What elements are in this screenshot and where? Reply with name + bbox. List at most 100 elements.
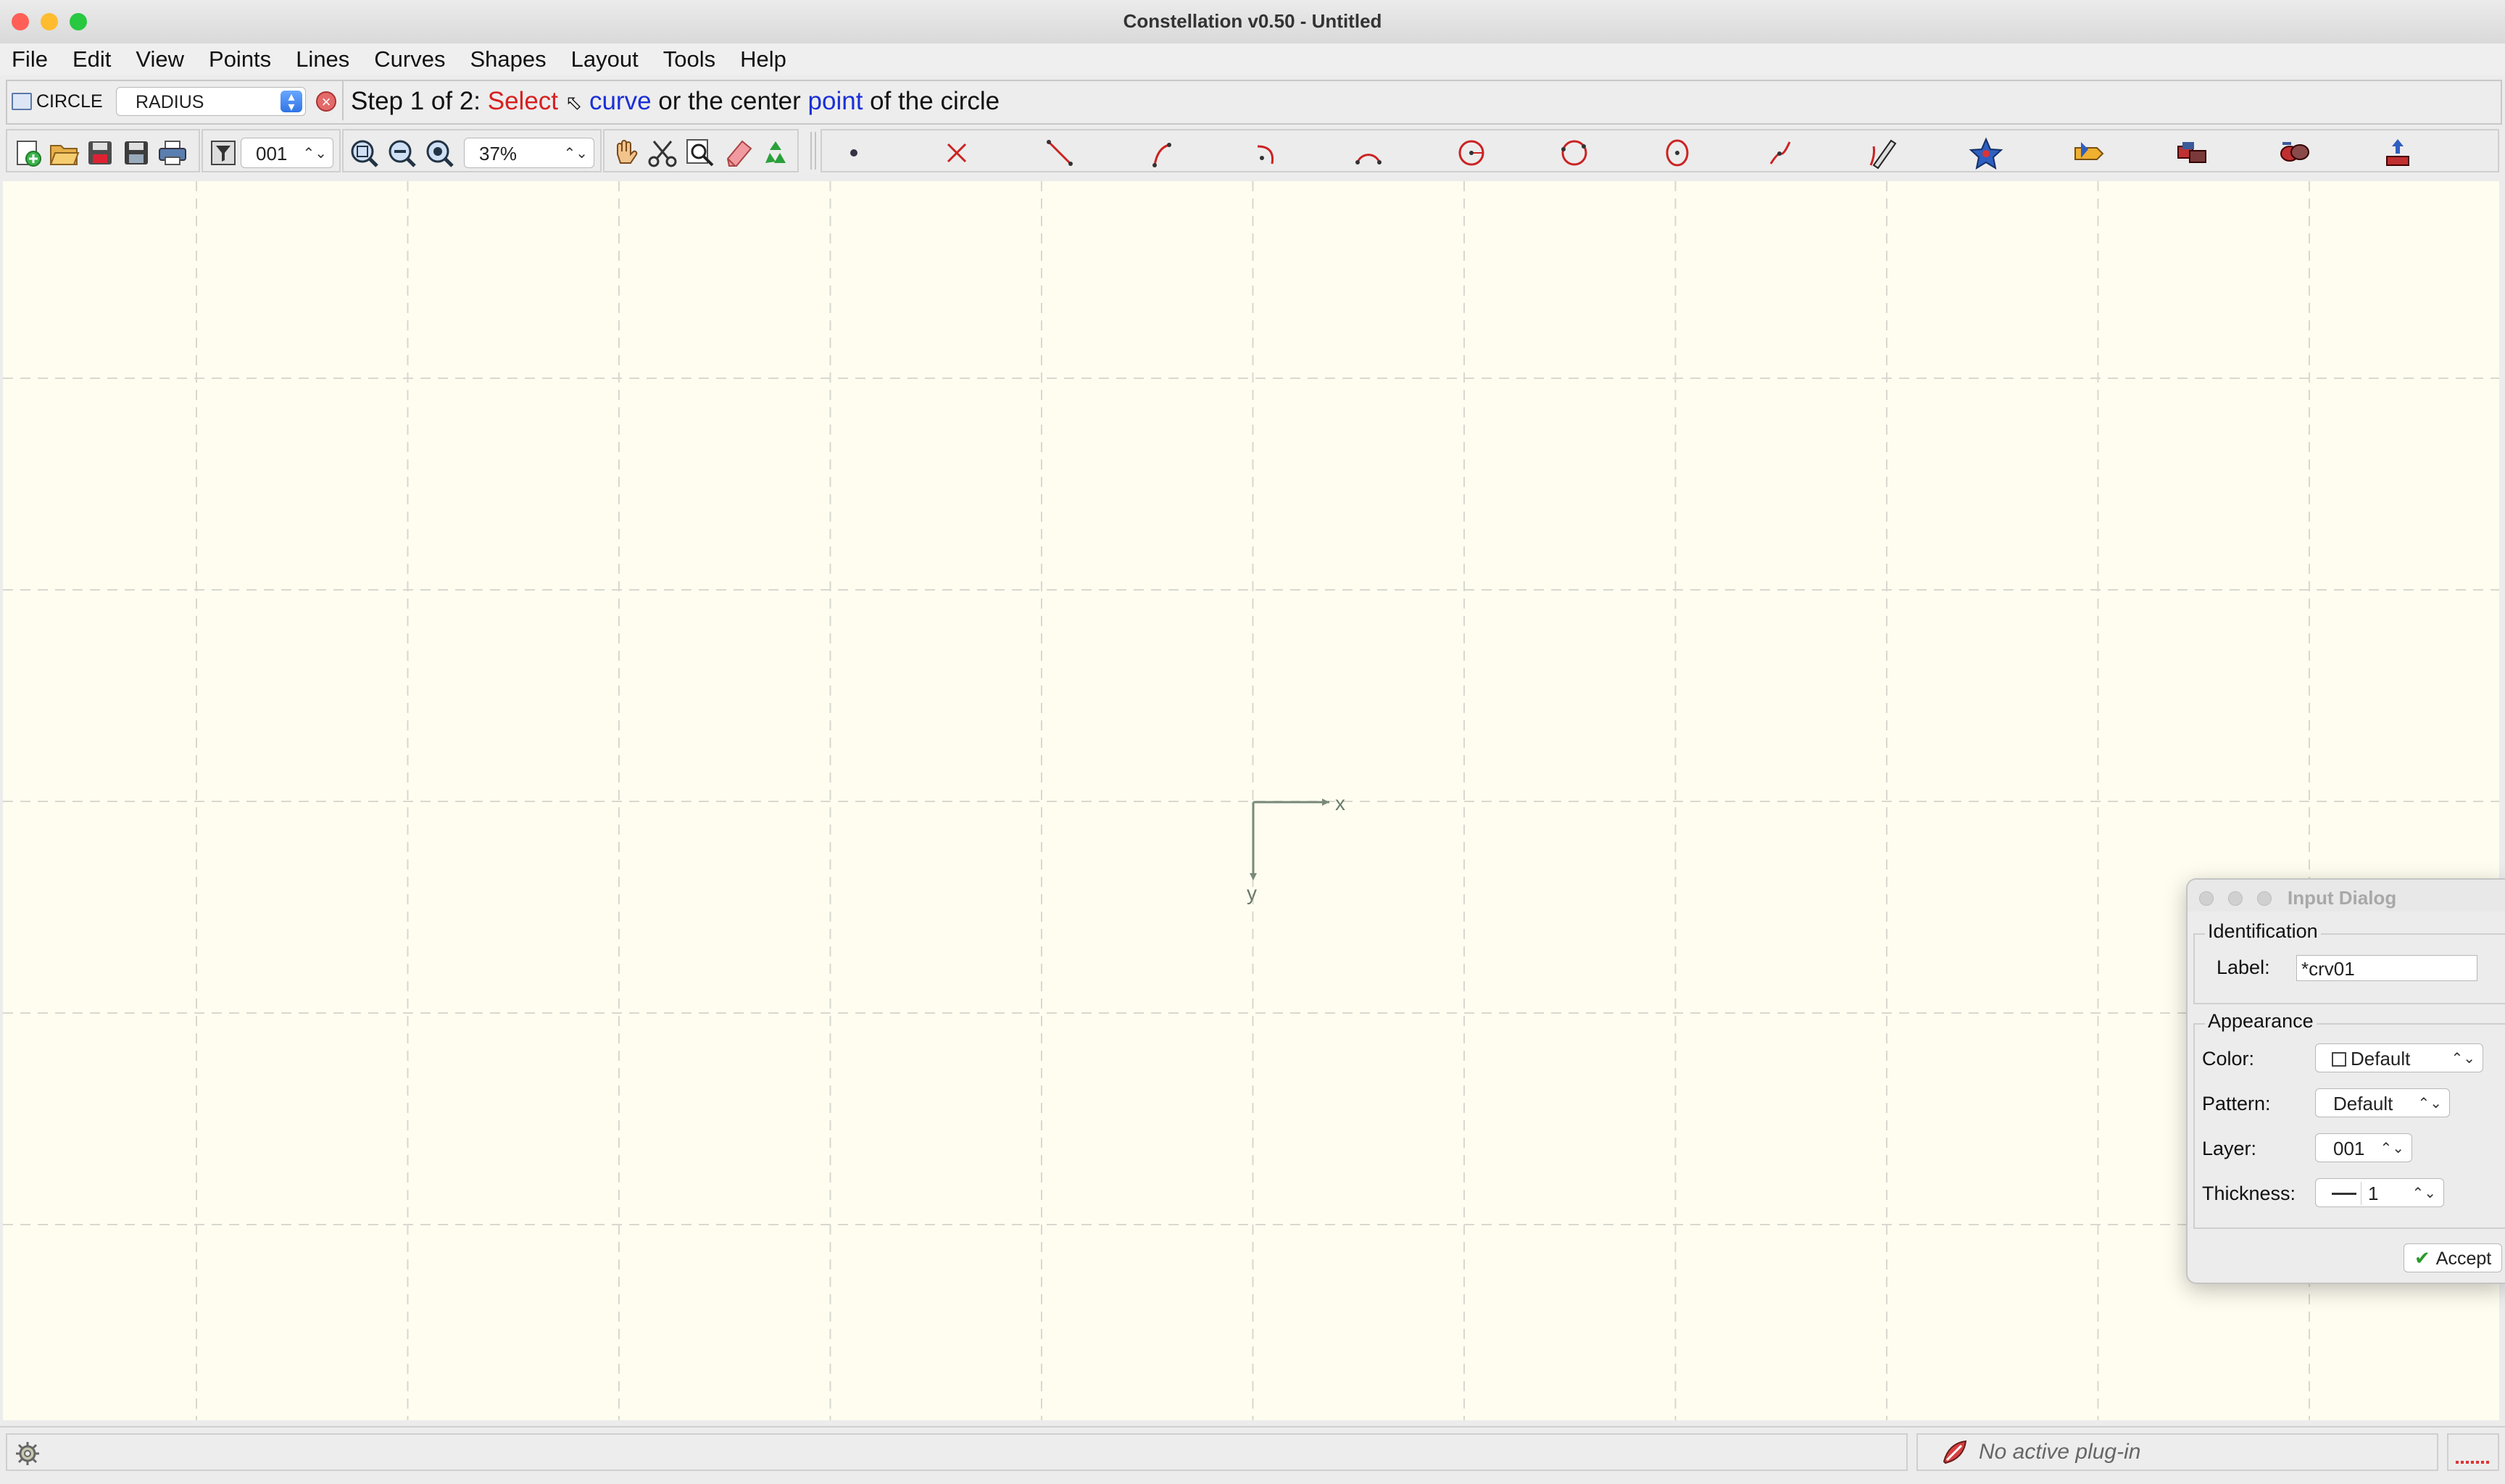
select-arrows-icon: ▴ ▾ (281, 90, 302, 113)
menu-lines[interactable]: Lines (283, 46, 362, 72)
magnifier-icon[interactable] (684, 137, 716, 169)
menu-edit[interactable]: Edit (60, 46, 123, 72)
identification-group: Identification Label: *crv01 (2193, 920, 2505, 1004)
menu-shapes[interactable]: Shapes (458, 46, 559, 72)
zoom-level-spinner[interactable]: 37% ⌃⌄ (464, 138, 594, 168)
dialog-maximize-button[interactable] (2257, 891, 2272, 906)
pan-hand-icon[interactable] (609, 137, 641, 169)
pattern-select[interactable]: Default ⌃⌄ (2315, 1088, 2450, 1117)
layer-value: 001 (2333, 1138, 2365, 1159)
transform-shape-icon[interactable] (2377, 135, 2418, 171)
select-arrows-icon: ⌃⌄ (2451, 1051, 2475, 1067)
input-dialog: Input Dialog Identification Label: *crv0… (2186, 878, 2505, 1284)
zoom-tool-group: 37% ⌃⌄ (342, 129, 602, 172)
eraser-icon[interactable] (722, 137, 754, 169)
layer-spinner-value: 001 (256, 143, 288, 164)
file-tool-group (6, 129, 200, 172)
status-bar: No active plug-in (0, 1426, 2505, 1484)
freehand-pen-icon[interactable] (1863, 135, 1903, 171)
layer-select[interactable]: 001 ⌃⌄ (2315, 1133, 2412, 1162)
spinner-arrows-icon: ⌃⌄ (563, 146, 588, 162)
star-shape-icon[interactable] (1966, 135, 2006, 171)
method-select[interactable]: RADIUS ▴ ▾ (116, 87, 306, 116)
cancel-operation-button[interactable]: × (316, 91, 336, 112)
thickness-select[interactable]: 1 ⌃⌄ (2315, 1178, 2444, 1207)
thickness-value: 1 (2368, 1183, 2379, 1204)
new-document-icon[interactable] (12, 137, 43, 169)
dialog-title-bar: Input Dialog (2188, 880, 2505, 912)
dialog-minimize-button[interactable] (2228, 891, 2243, 906)
spline-tool-icon[interactable] (1760, 135, 1800, 171)
pattern-caption: Pattern: (2202, 1093, 2271, 1114)
menu-file[interactable]: File (0, 46, 60, 72)
point-tool-icon[interactable] (834, 135, 874, 171)
x-axis-arrow-icon (1322, 799, 1329, 806)
menu-bar: File Edit View Points Lines Curves Shape… (0, 43, 2505, 75)
color-select[interactable]: Default ⌃⌄ (2315, 1043, 2483, 1072)
gear-icon[interactable] (14, 1441, 41, 1467)
step-prompt: Step 1 of 2: Select ⬁ curve or the cente… (351, 87, 1000, 116)
menu-layout[interactable]: Layout (559, 46, 651, 72)
memory-bar (2456, 1461, 2491, 1464)
zoom-fit-icon[interactable] (348, 137, 380, 169)
y-axis-arrow-icon (1250, 873, 1257, 880)
layer-filter-icon[interactable] (207, 137, 239, 169)
plugin-status: No active plug-in (1916, 1433, 2438, 1471)
line-tool-icon[interactable] (1039, 135, 1080, 171)
zoom-level-value: 37% (479, 143, 518, 164)
circle-three-point-icon[interactable] (1554, 135, 1595, 171)
separator (342, 81, 344, 120)
group-shapes-icon[interactable] (2172, 135, 2212, 171)
recycle-icon[interactable] (760, 137, 792, 169)
menu-tools[interactable]: Tools (651, 46, 728, 72)
toolbar: 001 ⌃⌄ 37% ⌃⌄ (6, 129, 2499, 174)
accept-button[interactable]: ✔ Accept (2404, 1243, 2502, 1272)
circle-center-icon[interactable] (1657, 135, 1698, 171)
zoom-out-icon[interactable] (386, 137, 418, 169)
menu-view[interactable]: View (123, 46, 196, 72)
ungroup-shapes-icon[interactable] (2275, 135, 2315, 171)
pointer-cursor-icon: ⬁ (565, 91, 583, 114)
arc-semicircle-icon[interactable] (1348, 135, 1389, 171)
prompt-select: Select (487, 87, 559, 115)
menu-points[interactable]: Points (196, 46, 283, 72)
menu-curves[interactable]: Curves (362, 46, 457, 72)
dialog-close-button[interactable] (2199, 891, 2214, 906)
mode-label: CIRCLE (36, 91, 103, 112)
accept-label: Accept (2435, 1249, 2492, 1269)
shape-tool-group (821, 129, 2499, 172)
menu-help[interactable]: Help (728, 46, 799, 72)
arc-center-icon[interactable] (1245, 135, 1286, 171)
circle-radius-icon[interactable] (1451, 135, 1492, 171)
prompt-end: of the circle (863, 87, 1000, 115)
intersection-tool-icon[interactable] (936, 135, 977, 171)
prompt-curve: curve (589, 87, 652, 115)
layer-spinner[interactable]: 001 ⌃⌄ (241, 138, 333, 168)
origin-axes: x y (1247, 792, 1345, 904)
layer-tool-group: 001 ⌃⌄ (202, 129, 341, 172)
drawing-canvas[interactable]: x y (3, 181, 2499, 1420)
prompt-point: point (807, 87, 863, 115)
print-icon[interactable] (157, 137, 188, 169)
plugin-status-text: No active plug-in (1979, 1440, 2141, 1464)
save-as-icon[interactable] (84, 137, 116, 169)
x-axis-label: x (1335, 792, 1345, 814)
window-title: Constellation v0.50 - Untitled (1123, 10, 1382, 32)
color-caption: Color: (2202, 1048, 2255, 1070)
line-thickness-icon (2332, 1193, 2356, 1195)
checkmark-icon: ✔ (2414, 1247, 2430, 1269)
save-icon[interactable] (120, 137, 152, 169)
scissors-icon[interactable] (647, 137, 678, 169)
arc-three-point-icon[interactable] (1142, 135, 1183, 171)
method-value: RADIUS (136, 92, 204, 112)
burst-shape-icon[interactable] (2069, 135, 2109, 171)
title-bar: Constellation v0.50 - Untitled (0, 0, 2505, 44)
select-arrows-icon: ⌃⌄ (2417, 1096, 2442, 1112)
zoom-window-icon[interactable] (423, 137, 455, 169)
spinner-arrows-icon: ⌃⌄ (302, 146, 327, 162)
appearance-legend: Appearance (2205, 1010, 2317, 1033)
pattern-value: Default (2333, 1093, 2393, 1114)
label-input[interactable]: *crv01 (2296, 955, 2477, 981)
open-folder-icon[interactable] (48, 137, 80, 169)
memory-indicator (2447, 1433, 2499, 1471)
